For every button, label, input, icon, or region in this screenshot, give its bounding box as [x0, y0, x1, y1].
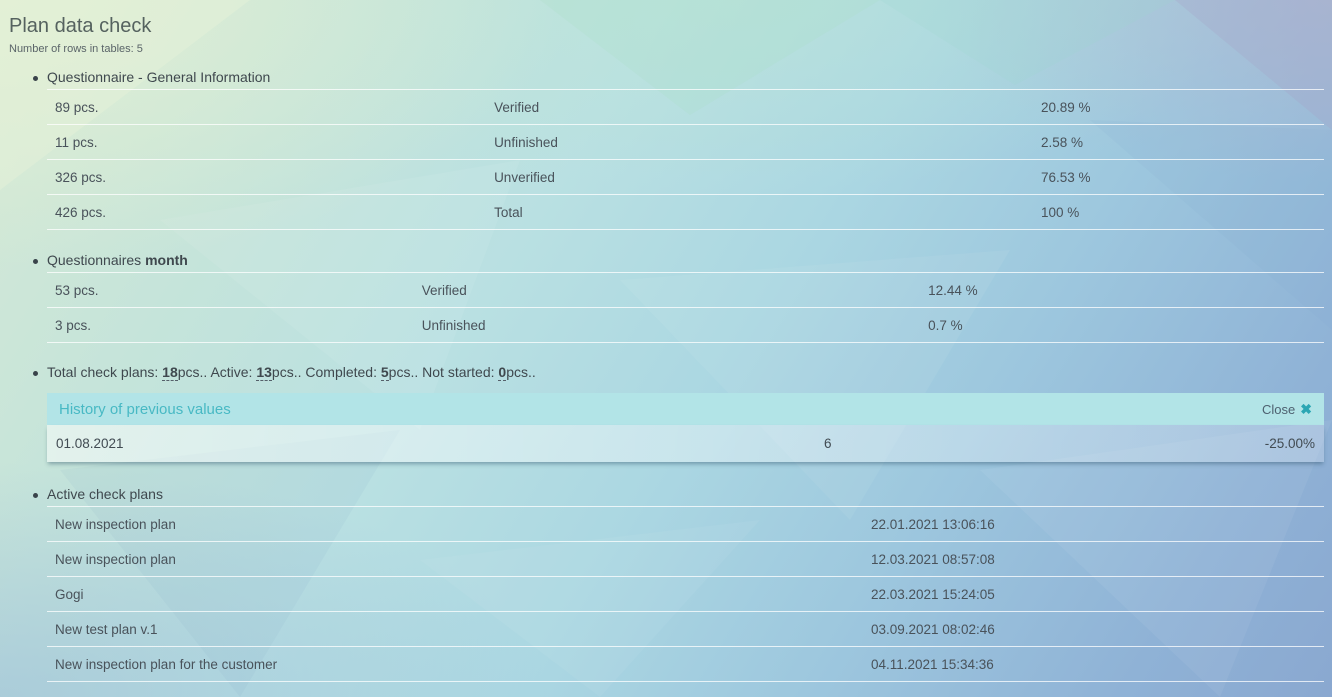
table-row: 11 pcs. Unfinished 2.58 % — [47, 125, 1324, 160]
table-row: New inspection plan for the customer 04.… — [47, 647, 1324, 682]
history-date-cell: 01.08.2021 — [56, 436, 824, 451]
count-cell: 53 pcs. — [55, 283, 422, 298]
active-plans-value[interactable]: 13 — [256, 364, 272, 381]
page-title: Plan data check — [9, 14, 1324, 38]
history-value-cell: 6 — [824, 436, 1265, 451]
plan-name-cell: New inspection plan for the customer — [55, 657, 871, 672]
plan-name-cell: Gogi — [55, 587, 871, 602]
close-button-label: Close — [1262, 402, 1295, 417]
heading-label: Questionnaires — [47, 252, 145, 268]
row-count-subtitle: Number of rows in tables: 5 — [9, 42, 1324, 56]
datetime-cell: 22.03.2021 15:24:05 — [871, 587, 1324, 602]
totals-label: Not started: — [422, 364, 498, 380]
datetime-cell: 04.11.2021 15:34:36 — [871, 657, 1324, 672]
table-row: New inspection plan 22.01.2021 13:06:16 — [47, 507, 1324, 542]
history-panel-header: History of previous values Close ✖ — [47, 393, 1324, 425]
percent-cell: 0.7 % — [928, 318, 1324, 333]
status-cell: Unfinished — [494, 135, 1041, 150]
datetime-cell: 03.09.2021 08:02:46 — [871, 622, 1324, 637]
page-content: Plan data check Number of rows in tables… — [0, 0, 1332, 697]
totals-suffix: pcs.. — [389, 364, 422, 380]
section-heading-questionnaire-general: Questionnaire - General Information — [8, 68, 1324, 87]
total-plans-value[interactable]: 18 — [162, 364, 178, 381]
history-row: 01.08.2021 6 -25.00% — [47, 425, 1324, 462]
status-cell: Total — [494, 205, 1041, 220]
count-cell: 89 pcs. — [55, 100, 494, 115]
totals-label: Total check plans: — [47, 364, 162, 380]
totals-label: Completed: — [305, 364, 380, 380]
table-row: 426 pcs. Total 100 % — [47, 195, 1324, 230]
datetime-cell: 12.03.2021 08:57:08 — [871, 552, 1324, 567]
active-check-plans-table: New inspection plan 22.01.2021 13:06:16 … — [47, 506, 1324, 682]
history-percent-cell: -25.00% — [1265, 436, 1315, 451]
percent-cell: 100 % — [1041, 205, 1324, 220]
totals-suffix: pcs.. — [506, 364, 536, 380]
table-row: New inspection plan 12.03.2021 08:57:08 — [47, 542, 1324, 577]
history-panel-title: History of previous values — [59, 401, 1262, 418]
percent-cell: 76.53 % — [1041, 170, 1324, 185]
table-row: 3 pcs. Unfinished 0.7 % — [47, 308, 1324, 343]
percent-cell: 2.58 % — [1041, 135, 1324, 150]
close-button[interactable]: Close ✖ — [1262, 401, 1312, 418]
plan-data-check-screen: Plan data check Number of rows in tables… — [0, 0, 1332, 697]
plan-name-cell: New inspection plan — [55, 552, 871, 567]
status-cell: Verified — [422, 283, 928, 298]
heading-label: Questionnaire - General Information — [47, 69, 270, 85]
heading-bold-label: month — [145, 252, 188, 268]
table-row: 89 pcs. Verified 20.89 % — [47, 90, 1324, 125]
history-panel: History of previous values Close ✖ 01.08… — [47, 393, 1324, 462]
close-icon: ✖ — [1300, 401, 1312, 418]
count-cell: 426 pcs. — [55, 205, 494, 220]
count-cell: 11 pcs. — [55, 135, 494, 150]
section-heading-active-check-plans: Active check plans — [8, 485, 1324, 504]
completed-plans-value[interactable]: 5 — [381, 364, 389, 381]
questionnaires-month-table: 53 pcs. Verified 12.44 % 3 pcs. Unfinish… — [47, 272, 1324, 343]
table-row: Gogi 22.03.2021 15:24:05 — [47, 577, 1324, 612]
section-heading-questionnaires-month: Questionnaires month — [8, 251, 1324, 270]
table-row: New test plan v.1 03.09.2021 08:02:46 — [47, 612, 1324, 647]
count-cell: 3 pcs. — [55, 318, 422, 333]
totals-label: Active: — [210, 364, 256, 380]
check-plans-totals: Total check plans: 18pcs.. Active: 13pcs… — [8, 363, 1324, 382]
plan-name-cell: New test plan v.1 — [55, 622, 871, 637]
table-row: 53 pcs. Verified 12.44 % — [47, 273, 1324, 308]
questionnaire-general-table: 89 pcs. Verified 20.89 % 11 pcs. Unfinis… — [47, 89, 1324, 230]
status-cell: Unfinished — [422, 318, 928, 333]
status-cell: Unverified — [494, 170, 1041, 185]
datetime-cell: 22.01.2021 13:06:16 — [871, 517, 1324, 532]
table-row: 326 pcs. Unverified 76.53 % — [47, 160, 1324, 195]
status-cell: Verified — [494, 100, 1041, 115]
count-cell: 326 pcs. — [55, 170, 494, 185]
totals-suffix: pcs.. — [272, 364, 305, 380]
totals-suffix: pcs.. — [178, 364, 211, 380]
percent-cell: 12.44 % — [928, 283, 1324, 298]
heading-label: Active check plans — [47, 486, 163, 502]
plan-name-cell: New inspection plan — [55, 517, 871, 532]
percent-cell: 20.89 % — [1041, 100, 1324, 115]
